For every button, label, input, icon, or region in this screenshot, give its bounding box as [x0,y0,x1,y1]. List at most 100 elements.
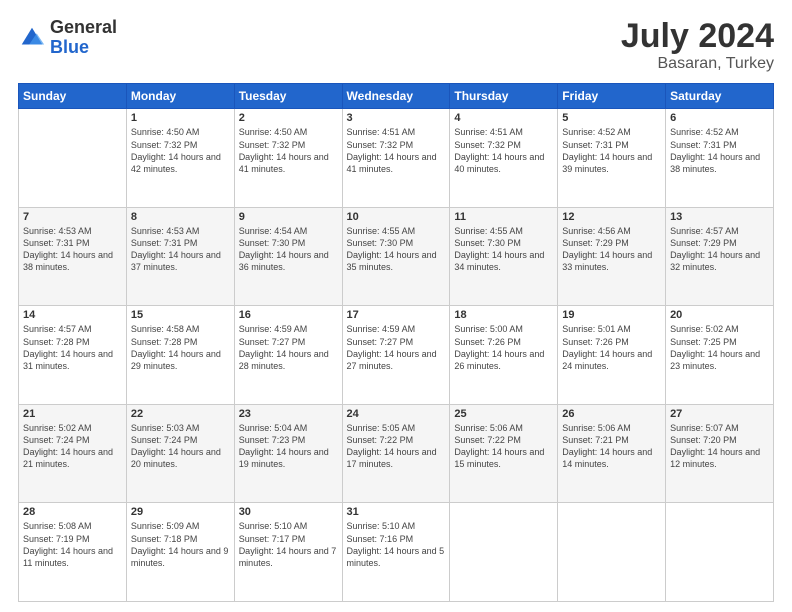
day-number: 27 [670,408,769,420]
calendar-cell: 12 Sunrise: 4:56 AMSunset: 7:29 PMDayligh… [558,207,666,306]
calendar-cell: 11 Sunrise: 4:55 AMSunset: 7:30 PMDayligh… [450,207,558,306]
day-number: 20 [670,309,769,321]
location: Basaran, Turkey [621,55,774,73]
calendar-cell: 30Sunrise: 5:10 AMSunset: 7:17 PMDayligh… [234,503,342,602]
day-info: Sunrise: 4:50 AMSunset: 7:32 PMDaylight:… [239,126,338,175]
day-info: Sunrise: 4:51 AMSunset: 7:32 PMDaylight:… [454,126,553,175]
calendar-cell: 8 Sunrise: 4:53 AMSunset: 7:31 PMDaylight… [126,207,234,306]
day-info: Sunrise: 4:58 AMSunset: 7:28 PMDaylight:… [131,323,230,372]
day-info: Sunrise: 5:06 AMSunset: 7:22 PMDaylight:… [454,422,553,471]
calendar-cell: 22Sunrise: 5:03 AMSunset: 7:24 PMDayligh… [126,404,234,503]
calendar-cell: 17 Sunrise: 4:59 AMSunset: 7:27 PMDayligh… [342,306,450,405]
calendar-table: SundayMondayTuesdayWednesdayThursdayFrid… [18,83,774,602]
day-number: 5 [562,112,661,124]
day-number: 18 [454,309,553,321]
calendar-cell: 10 Sunrise: 4:55 AMSunset: 7:30 PMDayligh… [342,207,450,306]
day-info: Sunrise: 5:08 AMSunset: 7:19 PMDaylight:… [23,520,122,569]
day-number: 10 [347,211,446,223]
calendar-cell: 5 Sunrise: 4:52 AMSunset: 7:31 PMDaylight… [558,109,666,208]
logo: General Blue [18,18,117,58]
calendar-cell: 18 Sunrise: 5:00 AMSunset: 7:26 PMDayligh… [450,306,558,405]
day-info: Sunrise: 4:53 AMSunset: 7:31 PMDaylight:… [131,225,230,274]
calendar-cell: 16 Sunrise: 4:59 AMSunset: 7:27 PMDayligh… [234,306,342,405]
day-info: Sunrise: 5:10 AMSunset: 7:16 PMDaylight:… [347,520,446,569]
day-number: 29 [131,506,230,518]
day-number: 1 [131,112,230,124]
day-info: Sunrise: 5:01 AMSunset: 7:26 PMDaylight:… [562,323,661,372]
logo-text: General Blue [50,18,117,58]
calendar-cell: 1 Sunrise: 4:50 AMSunset: 7:32 PMDaylight… [126,109,234,208]
day-number: 21 [23,408,122,420]
day-number: 15 [131,309,230,321]
calendar-cell: 28 Sunrise: 5:08 AMSunset: 7:19 PMDayligh… [19,503,127,602]
day-info: Sunrise: 4:57 AMSunset: 7:29 PMDaylight:… [670,225,769,274]
day-number: 11 [454,211,553,223]
day-info: Sunrise: 4:52 AMSunset: 7:31 PMDaylight:… [562,126,661,175]
day-info: Sunrise: 4:52 AMSunset: 7:31 PMDaylight:… [670,126,769,175]
day-info: Sunrise: 4:55 AMSunset: 7:30 PMDaylight:… [454,225,553,274]
day-info: Sunrise: 5:02 AMSunset: 7:25 PMDaylight:… [670,323,769,372]
logo-icon [18,24,46,52]
calendar-cell: 14 Sunrise: 4:57 AMSunset: 7:28 PMDayligh… [19,306,127,405]
day-number: 25 [454,408,553,420]
day-number: 12 [562,211,661,223]
day-info: Sunrise: 4:59 AMSunset: 7:27 PMDaylight:… [347,323,446,372]
day-number: 16 [239,309,338,321]
day-info: Sunrise: 4:59 AMSunset: 7:27 PMDaylight:… [239,323,338,372]
day-info: Sunrise: 5:00 AMSunset: 7:26 PMDaylight:… [454,323,553,372]
day-number: 26 [562,408,661,420]
calendar-header-thursday: Thursday [450,84,558,109]
day-info: Sunrise: 4:55 AMSunset: 7:30 PMDaylight:… [347,225,446,274]
calendar-cell: 29Sunrise: 5:09 AMSunset: 7:18 PMDayligh… [126,503,234,602]
day-number: 14 [23,309,122,321]
day-info: Sunrise: 5:10 AMSunset: 7:17 PMDaylight:… [239,520,338,569]
calendar-cell: 3Sunrise: 4:51 AMSunset: 7:32 PMDaylight… [342,109,450,208]
logo-general: General [50,18,117,38]
calendar-cell: 25 Sunrise: 5:06 AMSunset: 7:22 PMDayligh… [450,404,558,503]
calendar-cell [19,109,127,208]
day-info: Sunrise: 5:05 AMSunset: 7:22 PMDaylight:… [347,422,446,471]
calendar-cell: 9 Sunrise: 4:54 AMSunset: 7:30 PMDaylight… [234,207,342,306]
day-number: 23 [239,408,338,420]
calendar-header-tuesday: Tuesday [234,84,342,109]
calendar-cell: 31 Sunrise: 5:10 AMSunset: 7:16 PMDayligh… [342,503,450,602]
calendar-header-row: SundayMondayTuesdayWednesdayThursdayFrid… [19,84,774,109]
calendar-header-wednesday: Wednesday [342,84,450,109]
calendar-cell [558,503,666,602]
day-number: 24 [347,408,446,420]
calendar-week-row: 14 Sunrise: 4:57 AMSunset: 7:28 PMDayligh… [19,306,774,405]
day-info: Sunrise: 5:03 AMSunset: 7:24 PMDaylight:… [131,422,230,471]
calendar-header-friday: Friday [558,84,666,109]
calendar-cell: 19Sunrise: 5:01 AMSunset: 7:26 PMDayligh… [558,306,666,405]
day-info: Sunrise: 5:04 AMSunset: 7:23 PMDaylight:… [239,422,338,471]
day-number: 6 [670,112,769,124]
logo-blue: Blue [50,38,117,58]
calendar-week-row: 21 Sunrise: 5:02 AMSunset: 7:24 PMDayligh… [19,404,774,503]
calendar-cell: 20 Sunrise: 5:02 AMSunset: 7:25 PMDayligh… [666,306,774,405]
calendar-header-sunday: Sunday [19,84,127,109]
day-number: 8 [131,211,230,223]
calendar-cell: 4 Sunrise: 4:51 AMSunset: 7:32 PMDaylight… [450,109,558,208]
day-info: Sunrise: 4:57 AMSunset: 7:28 PMDaylight:… [23,323,122,372]
page: General Blue July 2024 Basaran, Turkey S… [0,0,792,612]
day-number: 4 [454,112,553,124]
day-info: Sunrise: 5:02 AMSunset: 7:24 PMDaylight:… [23,422,122,471]
day-info: Sunrise: 4:54 AMSunset: 7:30 PMDaylight:… [239,225,338,274]
calendar-week-row: 28 Sunrise: 5:08 AMSunset: 7:19 PMDayligh… [19,503,774,602]
day-number: 17 [347,309,446,321]
day-info: Sunrise: 4:51 AMSunset: 7:32 PMDaylight:… [347,126,446,175]
calendar-week-row: 1 Sunrise: 4:50 AMSunset: 7:32 PMDaylight… [19,109,774,208]
day-number: 31 [347,506,446,518]
day-info: Sunrise: 5:07 AMSunset: 7:20 PMDaylight:… [670,422,769,471]
month-year: July 2024 [621,18,774,55]
day-info: Sunrise: 4:56 AMSunset: 7:29 PMDaylight:… [562,225,661,274]
day-info: Sunrise: 4:50 AMSunset: 7:32 PMDaylight:… [131,126,230,175]
day-info: Sunrise: 5:06 AMSunset: 7:21 PMDaylight:… [562,422,661,471]
day-number: 9 [239,211,338,223]
calendar-cell: 26 Sunrise: 5:06 AMSunset: 7:21 PMDayligh… [558,404,666,503]
day-number: 28 [23,506,122,518]
calendar-cell: 23 Sunrise: 5:04 AMSunset: 7:23 PMDayligh… [234,404,342,503]
calendar-cell: 21 Sunrise: 5:02 AMSunset: 7:24 PMDayligh… [19,404,127,503]
day-number: 7 [23,211,122,223]
calendar-cell [666,503,774,602]
